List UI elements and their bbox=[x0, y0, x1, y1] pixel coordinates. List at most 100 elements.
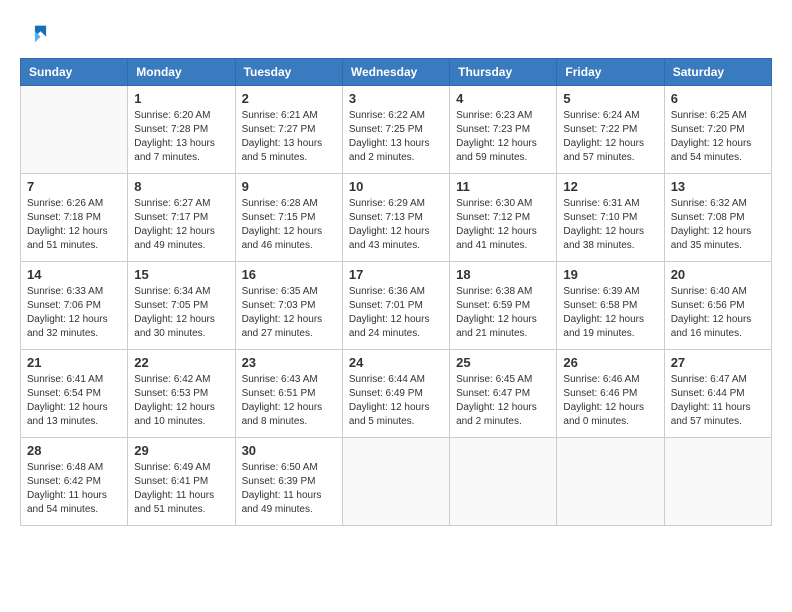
day-cell: 13 Sunrise: 6:32 AM Sunset: 7:08 PM Dayli… bbox=[664, 174, 771, 262]
day-cell: 27Sunrise: 6:47 AM Sunset: 6:44 PM Dayli… bbox=[664, 350, 771, 438]
day-cell: 6 Sunrise: 6:25 AM Sunset: 7:20 PM Daylig… bbox=[664, 86, 771, 174]
day-info: Sunrise: 6:32 AM Sunset: 7:08 PM Dayligh… bbox=[671, 197, 765, 253]
day-cell bbox=[557, 438, 664, 526]
day-number: 30 bbox=[242, 443, 336, 458]
day-cell bbox=[450, 438, 557, 526]
day-cell: 4 Sunrise: 6:23 AM Sunset: 7:23 PM Daylig… bbox=[450, 86, 557, 174]
day-number: 6 bbox=[671, 91, 765, 106]
day-info: Sunrise: 6:33 AM Sunset: 7:06 PM Dayligh… bbox=[27, 285, 121, 341]
day-cell: 10 Sunrise: 6:29 AM Sunset: 7:13 PM Dayli… bbox=[342, 174, 449, 262]
day-number: 22 bbox=[134, 355, 228, 370]
day-number: 21 bbox=[27, 355, 121, 370]
day-info: Sunrise: 6:45 AM Sunset: 6:47 PM Dayligh… bbox=[456, 373, 550, 429]
day-info: Sunrise: 6:22 AM Sunset: 7:25 PM Dayligh… bbox=[349, 109, 443, 165]
day-number: 4 bbox=[456, 91, 550, 106]
week-row-1: 1 Sunrise: 6:20 AM Sunset: 7:28 PM Daylig… bbox=[21, 86, 772, 174]
day-number: 15 bbox=[134, 267, 228, 282]
day-info: Sunrise: 6:46 AM Sunset: 6:46 PM Dayligh… bbox=[563, 373, 657, 429]
day-info: Sunrise: 6:39 AM Sunset: 6:58 PM Dayligh… bbox=[563, 285, 657, 341]
day-info: Sunrise: 6:25 AM Sunset: 7:20 PM Dayligh… bbox=[671, 109, 765, 165]
week-row-2: 7 Sunrise: 6:26 AM Sunset: 7:18 PM Daylig… bbox=[21, 174, 772, 262]
day-info: Sunrise: 6:20 AM Sunset: 7:28 PM Dayligh… bbox=[134, 109, 228, 165]
day-info: Sunrise: 6:49 AM Sunset: 6:41 PM Dayligh… bbox=[134, 461, 228, 517]
day-info: Sunrise: 6:21 AM Sunset: 7:27 PM Dayligh… bbox=[242, 109, 336, 165]
day-cell bbox=[21, 86, 128, 174]
day-number: 12 bbox=[563, 179, 657, 194]
weekday-header-tuesday: Tuesday bbox=[235, 59, 342, 86]
day-info: Sunrise: 6:36 AM Sunset: 7:01 PM Dayligh… bbox=[349, 285, 443, 341]
day-info: Sunrise: 6:27 AM Sunset: 7:17 PM Dayligh… bbox=[134, 197, 228, 253]
logo bbox=[20, 20, 52, 48]
day-cell: 20Sunrise: 6:40 AM Sunset: 6:56 PM Dayli… bbox=[664, 262, 771, 350]
day-cell: 23 Sunrise: 6:43 AM Sunset: 6:51 PM Dayli… bbox=[235, 350, 342, 438]
day-info: Sunrise: 6:28 AM Sunset: 7:15 PM Dayligh… bbox=[242, 197, 336, 253]
day-number: 19 bbox=[563, 267, 657, 282]
day-info: Sunrise: 6:38 AM Sunset: 6:59 PM Dayligh… bbox=[456, 285, 550, 341]
day-info: Sunrise: 6:48 AM Sunset: 6:42 PM Dayligh… bbox=[27, 461, 121, 517]
day-info: Sunrise: 6:44 AM Sunset: 6:49 PM Dayligh… bbox=[349, 373, 443, 429]
day-cell: 16 Sunrise: 6:35 AM Sunset: 7:03 PM Dayli… bbox=[235, 262, 342, 350]
day-number: 24 bbox=[349, 355, 443, 370]
day-number: 2 bbox=[242, 91, 336, 106]
day-cell: 21 Sunrise: 6:41 AM Sunset: 6:54 PM Dayli… bbox=[21, 350, 128, 438]
day-cell: 8 Sunrise: 6:27 AM Sunset: 7:17 PM Daylig… bbox=[128, 174, 235, 262]
day-number: 26 bbox=[563, 355, 657, 370]
day-number: 18 bbox=[456, 267, 550, 282]
day-cell: 15 Sunrise: 6:34 AM Sunset: 7:05 PM Dayli… bbox=[128, 262, 235, 350]
day-cell: 29 Sunrise: 6:49 AM Sunset: 6:41 PM Dayli… bbox=[128, 438, 235, 526]
day-number: 16 bbox=[242, 267, 336, 282]
day-cell: 22 Sunrise: 6:42 AM Sunset: 6:53 PM Dayli… bbox=[128, 350, 235, 438]
day-number: 10 bbox=[349, 179, 443, 194]
day-cell: 11 Sunrise: 6:30 AM Sunset: 7:12 PM Dayli… bbox=[450, 174, 557, 262]
day-cell: 1 Sunrise: 6:20 AM Sunset: 7:28 PM Daylig… bbox=[128, 86, 235, 174]
day-number: 1 bbox=[134, 91, 228, 106]
day-cell bbox=[664, 438, 771, 526]
day-number: 13 bbox=[671, 179, 765, 194]
week-row-4: 21 Sunrise: 6:41 AM Sunset: 6:54 PM Dayli… bbox=[21, 350, 772, 438]
logo-icon bbox=[20, 20, 48, 48]
weekday-header-saturday: Saturday bbox=[664, 59, 771, 86]
day-cell: 14 Sunrise: 6:33 AM Sunset: 7:06 PM Dayli… bbox=[21, 262, 128, 350]
weekday-header-row: SundayMondayTuesdayWednesdayThursdayFrid… bbox=[21, 59, 772, 86]
day-info: Sunrise: 6:41 AM Sunset: 6:54 PM Dayligh… bbox=[27, 373, 121, 429]
day-info: Sunrise: 6:43 AM Sunset: 6:51 PM Dayligh… bbox=[242, 373, 336, 429]
page-header bbox=[20, 20, 772, 48]
day-number: 23 bbox=[242, 355, 336, 370]
day-info: Sunrise: 6:26 AM Sunset: 7:18 PM Dayligh… bbox=[27, 197, 121, 253]
week-row-5: 28 Sunrise: 6:48 AM Sunset: 6:42 PM Dayli… bbox=[21, 438, 772, 526]
day-info: Sunrise: 6:29 AM Sunset: 7:13 PM Dayligh… bbox=[349, 197, 443, 253]
day-number: 25 bbox=[456, 355, 550, 370]
weekday-header-sunday: Sunday bbox=[21, 59, 128, 86]
day-cell: 5 Sunrise: 6:24 AM Sunset: 7:22 PM Daylig… bbox=[557, 86, 664, 174]
day-number: 17 bbox=[349, 267, 443, 282]
day-cell bbox=[342, 438, 449, 526]
day-number: 11 bbox=[456, 179, 550, 194]
day-number: 28 bbox=[27, 443, 121, 458]
weekday-header-wednesday: Wednesday bbox=[342, 59, 449, 86]
day-info: Sunrise: 6:30 AM Sunset: 7:12 PM Dayligh… bbox=[456, 197, 550, 253]
day-info: Sunrise: 6:42 AM Sunset: 6:53 PM Dayligh… bbox=[134, 373, 228, 429]
day-cell: 17 Sunrise: 6:36 AM Sunset: 7:01 PM Dayli… bbox=[342, 262, 449, 350]
day-number: 20 bbox=[671, 267, 765, 282]
day-info: Sunrise: 6:31 AM Sunset: 7:10 PM Dayligh… bbox=[563, 197, 657, 253]
day-number: 5 bbox=[563, 91, 657, 106]
day-cell: 26 Sunrise: 6:46 AM Sunset: 6:46 PM Dayli… bbox=[557, 350, 664, 438]
day-cell: 24 Sunrise: 6:44 AM Sunset: 6:49 PM Dayli… bbox=[342, 350, 449, 438]
weekday-header-thursday: Thursday bbox=[450, 59, 557, 86]
day-number: 27 bbox=[671, 355, 765, 370]
day-number: 14 bbox=[27, 267, 121, 282]
day-cell: 18 Sunrise: 6:38 AM Sunset: 6:59 PM Dayli… bbox=[450, 262, 557, 350]
day-number: 3 bbox=[349, 91, 443, 106]
day-number: 9 bbox=[242, 179, 336, 194]
day-info: Sunrise: 6:34 AM Sunset: 7:05 PM Dayligh… bbox=[134, 285, 228, 341]
day-cell: 3 Sunrise: 6:22 AM Sunset: 7:25 PM Daylig… bbox=[342, 86, 449, 174]
day-info: Sunrise: 6:50 AM Sunset: 6:39 PM Dayligh… bbox=[242, 461, 336, 517]
day-number: 7 bbox=[27, 179, 121, 194]
day-info: Sunrise: 6:23 AM Sunset: 7:23 PM Dayligh… bbox=[456, 109, 550, 165]
day-info: Sunrise: 6:24 AM Sunset: 7:22 PM Dayligh… bbox=[563, 109, 657, 165]
day-number: 29 bbox=[134, 443, 228, 458]
day-cell: 2 Sunrise: 6:21 AM Sunset: 7:27 PM Daylig… bbox=[235, 86, 342, 174]
day-number: 8 bbox=[134, 179, 228, 194]
day-info: Sunrise: 6:35 AM Sunset: 7:03 PM Dayligh… bbox=[242, 285, 336, 341]
day-cell: 30 Sunrise: 6:50 AM Sunset: 6:39 PM Dayli… bbox=[235, 438, 342, 526]
